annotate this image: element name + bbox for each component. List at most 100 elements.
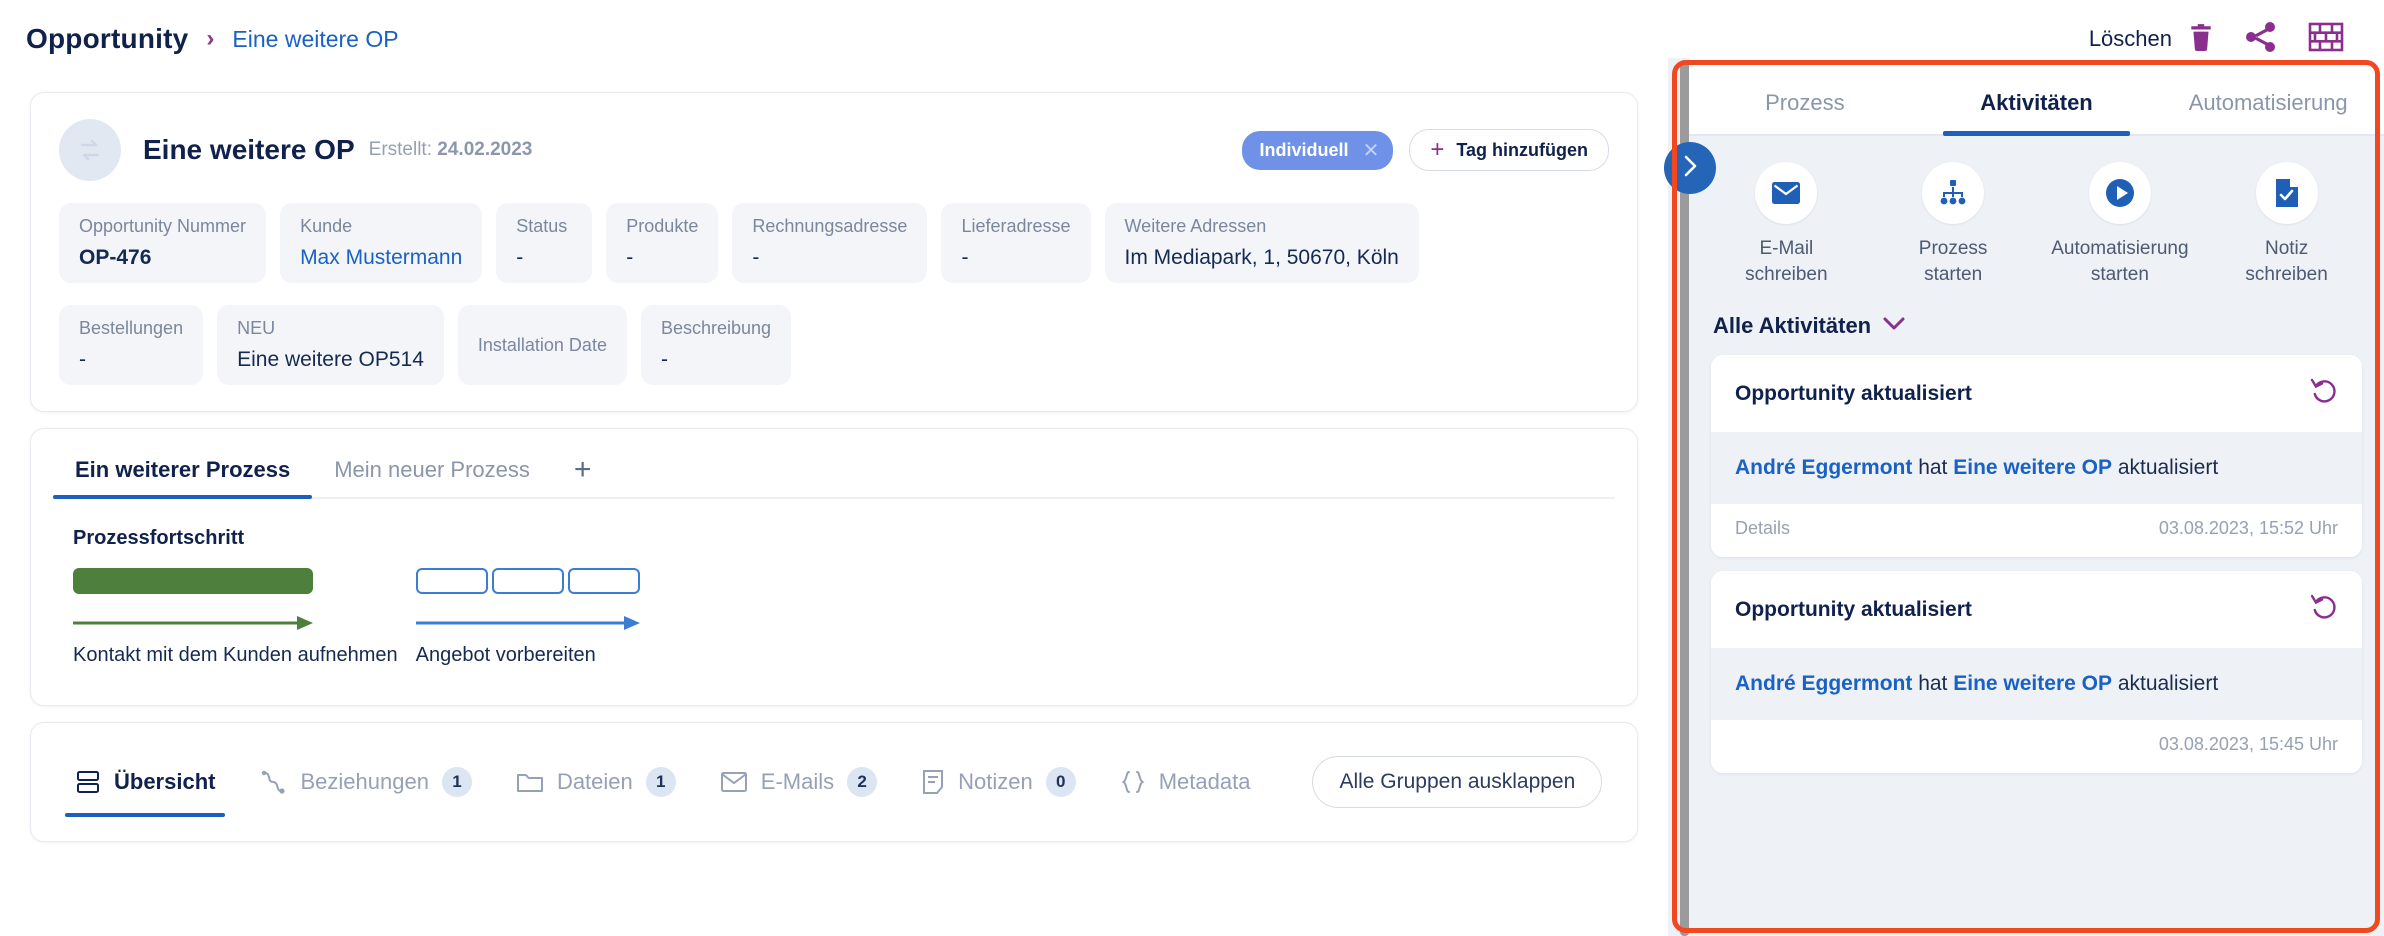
note-check-icon <box>2255 162 2318 224</box>
collapse-panel-button[interactable] <box>1664 142 1716 194</box>
field-chip[interactable]: Bestellungen - <box>59 305 204 385</box>
breadcrumb-root[interactable]: Opportunity <box>26 23 188 55</box>
activity-timestamp: 03.08.2023, 15:52 Uhr <box>2158 518 2338 539</box>
activity-filter[interactable]: Alle Aktivitäten <box>1689 297 2384 345</box>
side-panel-tab-prozess[interactable]: Prozess <box>1689 90 1921 134</box>
field-chip-value[interactable]: Max Mustermann <box>300 246 462 270</box>
activity-connector-text: hat <box>1918 672 1948 696</box>
field-chip-label: Opportunity Nummer <box>79 216 247 236</box>
detail-tab-notizen[interactable]: Notizen 0 <box>899 723 1098 841</box>
field-chip[interactable]: Beschreibung - <box>640 305 792 385</box>
process-step[interactable]: Kontakt mit dem Kunden aufnehmen <box>73 568 398 667</box>
process-card: Ein weiterer Prozess Mein neuer Prozess + … <box>30 428 1638 706</box>
activity-actor-link[interactable]: André Eggermont <box>1735 456 1912 479</box>
quick-action-label-line1: Automatisierung <box>2051 238 2189 259</box>
record-created-label: Erstellt: <box>368 139 432 160</box>
process-progress: Prozessfortschritt Kontakt mit dem Kunde… <box>31 499 1637 667</box>
process-step-arrow <box>73 616 313 630</box>
quick-action-label: Notiz schreiben <box>2245 236 2327 287</box>
side-panel-tab-aktivitäten[interactable]: Aktivitäten <box>1921 90 2153 136</box>
breadcrumb-current[interactable]: Eine weitere OP <box>232 26 398 53</box>
trash-icon[interactable] <box>2188 23 2214 56</box>
restore-icon[interactable] <box>2310 593 2338 626</box>
process-tab[interactable]: Mein neuer Prozess <box>312 457 552 497</box>
field-chip-label: Bestellungen <box>79 318 184 338</box>
quick-action-prozess[interactable]: Prozess starten <box>1870 162 2037 287</box>
field-chip-label: Produkte <box>626 216 699 236</box>
chevron-down-icon[interactable] <box>1883 317 1905 336</box>
side-panel-tab-bar: Prozess Aktivitäten Automatisierung <box>1689 58 2384 136</box>
process-step-segment[interactable] <box>73 568 313 594</box>
quick-action-label-line2: starten <box>2090 263 2149 285</box>
side-panel-inner: Prozess Aktivitäten Automatisierung E-Mail… <box>1689 58 2384 936</box>
quick-action-label: Prozess starten <box>1919 236 1988 287</box>
activity-card-footer: 03.08.2023, 15:45 Uhr <box>1711 720 2362 774</box>
activity-object-link[interactable]: Eine weitere OP <box>1953 456 2112 479</box>
detail-tab-beziehungen[interactable]: Beziehungen 1 <box>237 723 493 841</box>
org-chart-icon <box>1922 162 1985 224</box>
field-chip[interactable]: Installation Date <box>457 305 627 385</box>
quick-action-e-mail[interactable]: E-Mail schreiben <box>1703 162 1870 287</box>
field-chip[interactable]: Rechnungsadresse - <box>732 203 928 283</box>
field-chip[interactable]: Weitere Adressen Im Mediapark, 1, 50670, … <box>1104 203 1419 283</box>
activity-actor-link[interactable]: André Eggermont <box>1735 672 1912 695</box>
record-header-row: Eine weitere OP Erstellt: 24.02.2023 Ind… <box>59 119 1609 181</box>
record-header-actions: Individuell ✕ + Tag hinzufügen <box>1241 129 1609 171</box>
detail-tab-label: Notizen <box>958 769 1033 794</box>
field-chip[interactable]: Lieferadresse - <box>941 203 1091 283</box>
field-chip-label: Rechnungsadresse <box>752 216 908 236</box>
restore-icon[interactable] <box>2310 377 2338 410</box>
detail-tab-label: E-Mails <box>760 769 835 794</box>
record-created: Erstellt: 24.02.2023 <box>369 139 533 161</box>
quick-actions: E-Mail schreiben Prozess starten Automatisie… <box>1689 136 2384 297</box>
add-process-tab-button[interactable]: + <box>552 455 614 497</box>
detail-tab--bersicht[interactable]: Übersicht <box>53 723 237 841</box>
process-step-segment[interactable] <box>415 568 488 594</box>
process-step-bars <box>73 568 398 594</box>
process-step-segment[interactable] <box>491 568 564 594</box>
detail-tab-dateien[interactable]: Dateien 1 <box>494 723 698 841</box>
quick-action-notiz[interactable]: Notiz schreiben <box>2203 162 2370 287</box>
activity-object-link[interactable]: Eine weitere OP <box>1953 672 2112 695</box>
process-step[interactable]: Angebot vorbereiten <box>415 568 640 667</box>
field-chips-row-2: Bestellungen - NEU Eine weitere OP514 Instal… <box>59 305 1609 385</box>
field-chip[interactable]: Status - <box>496 203 593 283</box>
envelope-icon <box>1755 162 1818 224</box>
field-chip[interactable]: Opportunity Nummer OP-476 <box>59 203 267 283</box>
activity-card[interactable]: Opportunity aktualisiert André Eggermont … <box>1711 355 2362 558</box>
quick-action-label: E-Mail schreiben <box>1745 236 1827 287</box>
close-icon[interactable]: ✕ <box>1363 138 1380 163</box>
detail-tab-count: 2 <box>847 767 878 797</box>
field-chip[interactable]: Produkte - <box>606 203 719 283</box>
activity-details-link[interactable]: Details <box>1735 518 1790 539</box>
quick-action-label-line2: starten <box>1924 263 1983 285</box>
tag-chip-individuell[interactable]: Individuell ✕ <box>1241 130 1394 170</box>
add-tag-label: Tag hinzufügen <box>1456 139 1588 160</box>
add-tag-button[interactable]: + Tag hinzufügen <box>1409 129 1609 171</box>
field-chip[interactable]: NEU Eine weitere OP514 <box>217 305 444 385</box>
process-step-segment[interactable] <box>567 568 640 594</box>
side-panel-tab-automatisierung[interactable]: Automatisierung <box>2152 90 2384 134</box>
activity-list: Opportunity aktualisiert André Eggermont … <box>1689 345 2384 774</box>
process-step-bars <box>415 568 640 594</box>
brick-grid-icon[interactable] <box>2308 21 2344 58</box>
activity-card-footer: Details 03.08.2023, 15:52 Uhr <box>1711 504 2362 558</box>
activity-card[interactable]: Opportunity aktualisiert André Eggermont … <box>1711 571 2362 774</box>
envelope-icon <box>720 771 748 793</box>
field-chips-row-1: Opportunity Nummer OP-476 Kunde Max Musterm… <box>59 203 1609 283</box>
quick-action-automatisierung[interactable]: Automatisierung starten <box>2037 162 2204 287</box>
activity-description: André Eggermont hat Eine weitere OP aktu… <box>1711 648 2362 721</box>
delete-button[interactable]: Löschen <box>2089 23 2214 56</box>
field-chip[interactable]: Kunde Max Mustermann <box>280 203 483 283</box>
detail-tab-e-mails[interactable]: E-Mails 2 <box>698 723 899 841</box>
detail-tab-bar: Übersicht Beziehungen 1 Dateien 1 E-Mails 2 Not… <box>53 723 1615 841</box>
activity-card-header: Opportunity aktualisiert <box>1711 571 2362 649</box>
field-chip-label: Status <box>516 216 568 236</box>
field-chip-label: Installation Date <box>477 334 607 355</box>
detail-tab-metadata[interactable]: Metadata <box>1098 723 1273 841</box>
field-chip-label: Lieferadresse <box>961 216 1071 236</box>
share-icon[interactable] <box>2244 21 2278 58</box>
expand-all-groups-button[interactable]: Alle Gruppen ausklappen <box>1312 756 1603 808</box>
process-tab[interactable]: Ein weiterer Prozess <box>53 457 313 499</box>
field-chip-value: Im Mediapark, 1, 50670, Köln <box>1124 246 1399 269</box>
